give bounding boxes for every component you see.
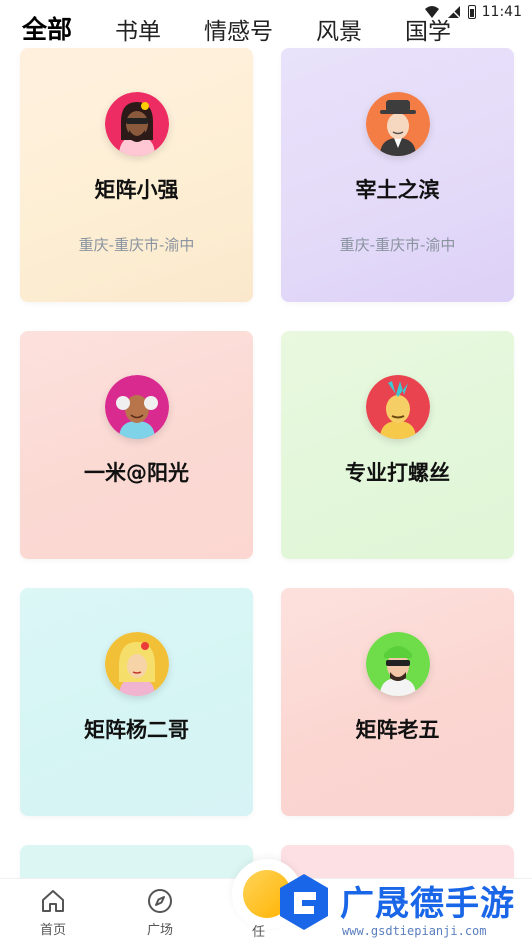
card-user[interactable]: 矩阵小强 重庆-重庆市-渝中 <box>20 48 253 302</box>
card-user[interactable]: 矩阵杨二哥 <box>20 588 253 816</box>
home-icon <box>42 890 64 912</box>
tab-guoxue[interactable]: 国学 <box>405 12 451 46</box>
avatar <box>104 632 169 696</box>
card-name: 矩阵小强 <box>94 178 179 202</box>
nav-square-label: 广场 <box>146 923 173 938</box>
tab-scenery[interactable]: 风景 <box>316 12 362 46</box>
card-user[interactable]: 专业打螺丝 <box>281 331 514 559</box>
category-tabs: 全部 书单 情感号 风景 国学 <box>22 6 494 46</box>
card-name: 专业打螺丝 <box>345 461 450 485</box>
card-user[interactable] <box>20 845 253 880</box>
card-name: 一米@阳光 <box>84 461 189 485</box>
tab-all[interactable]: 全部 <box>22 10 72 46</box>
card-name: 矩阵老五 <box>355 718 440 742</box>
avatar <box>365 632 430 696</box>
watermark-url: www.gsdtiepianji.com <box>342 924 487 938</box>
card-location: 重庆-重庆市-渝中 <box>339 236 456 254</box>
tab-booklist[interactable]: 书单 <box>115 12 161 46</box>
watermark-text: 广晟德手游 <box>340 884 515 924</box>
avatar <box>104 375 169 439</box>
compass-icon <box>148 889 172 913</box>
card-user[interactable]: 宰土之滨 重庆-重庆市-渝中 <box>281 48 514 302</box>
card-user[interactable]: 矩阵老五 <box>281 588 514 816</box>
nav-square[interactable]: 广场 <box>130 887 190 938</box>
card-name: 矩阵杨二哥 <box>84 718 189 742</box>
card-grid: 矩阵小强 重庆-重庆市-渝中 宰土之滨 重庆-重庆市-渝中 一米@阳光 专业打螺… <box>0 0 532 880</box>
nav-home[interactable]: 首页 <box>23 887 83 938</box>
avatar <box>104 92 169 156</box>
card-location: 重庆-重庆市-渝中 <box>78 236 195 254</box>
avatar <box>365 375 430 439</box>
watermark-logo-icon <box>280 874 328 930</box>
card-name: 宰土之滨 <box>355 178 440 202</box>
card-user[interactable]: 一米@阳光 <box>20 331 253 559</box>
nav-home-label: 首页 <box>39 923 66 938</box>
tab-emotion[interactable]: 情感号 <box>204 12 273 46</box>
nav-task-label: 任 <box>252 925 266 940</box>
avatar <box>365 92 430 156</box>
watermark: 广晟德手游 www.gsdtiepianji.com <box>270 860 532 948</box>
